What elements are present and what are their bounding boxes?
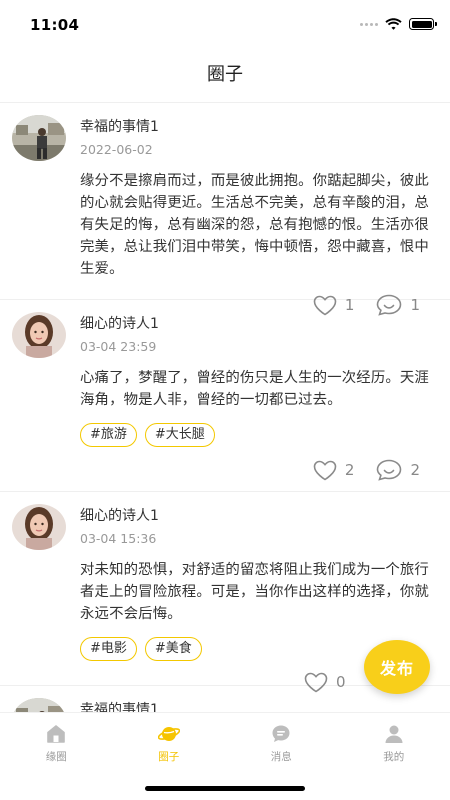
tag-list: #旅游 #大长腿 bbox=[80, 423, 436, 447]
status-time: 11:04 bbox=[30, 16, 80, 34]
avatar-man-outdoor-icon bbox=[12, 698, 66, 713]
post-feed[interactable]: 幸福的事情1 2022-06-02 缘分不是擦肩而过，而是彼此拥抱。你踮起脚尖，… bbox=[0, 103, 450, 713]
comment-icon bbox=[377, 459, 402, 481]
tab-label: 消息 bbox=[270, 751, 292, 763]
post-date: 2022-06-02 bbox=[80, 142, 153, 157]
tag-chip[interactable]: #电影 bbox=[80, 637, 137, 661]
publish-button[interactable]: 发布 bbox=[364, 640, 430, 694]
home-icon bbox=[47, 725, 66, 743]
post-card[interactable]: 幸福的事情1 2022-06-02 缘分不是擦肩而过，而是彼此拥抱。你踮起脚尖，… bbox=[0, 103, 450, 316]
tab-label: 圈子 bbox=[158, 751, 180, 763]
home-indicator bbox=[145, 786, 305, 791]
post-author[interactable]: 幸福的事情1 bbox=[80, 116, 159, 136]
heart-icon bbox=[313, 460, 337, 480]
avatar-man-outdoor-icon bbox=[12, 115, 66, 161]
post-date: 03-04 23:59 bbox=[80, 339, 157, 354]
planet-icon bbox=[157, 727, 180, 741]
tag-chip[interactable]: #旅游 bbox=[80, 423, 137, 447]
tab-bar: 缘圈 圈子 消息 我的 bbox=[0, 712, 450, 772]
post-content: 心痛了，梦醒了，曾经的伤只是人生的一次经历。天涯海角，物是人非，曾经的一切都已过… bbox=[80, 370, 429, 408]
comment-count: 2 bbox=[410, 461, 420, 479]
tab-label: 缘圈 bbox=[45, 751, 67, 763]
tag-chip[interactable]: #美食 bbox=[144, 637, 202, 661]
avatar[interactable] bbox=[12, 312, 66, 358]
tab-profile[interactable]: 我的 bbox=[338, 713, 450, 772]
post-content: 缘分不是擦肩而过，而是彼此拥抱。你踮起脚尖，彼此的心就会贴得更近。生活总不完美，… bbox=[80, 173, 429, 277]
comment-button[interactable]: 2 bbox=[376, 459, 420, 481]
avatar[interactable] bbox=[12, 698, 66, 713]
post-author[interactable]: 幸福的事情1 bbox=[80, 699, 159, 713]
battery-icon bbox=[409, 18, 437, 30]
status-icons bbox=[360, 18, 437, 30]
post-card[interactable]: 细心的诗人1 03-04 23:59 心痛了，梦醒了，曾经的伤只是人生的一次经历… bbox=[0, 300, 450, 492]
post-author[interactable]: 细心的诗人1 bbox=[80, 505, 159, 525]
like-count: 2 bbox=[344, 461, 355, 479]
tab-messages[interactable]: 消息 bbox=[225, 713, 338, 772]
post-date: 03-04 15:36 bbox=[80, 531, 157, 546]
cellular-signal-icon bbox=[360, 22, 378, 26]
avatar[interactable] bbox=[12, 115, 66, 161]
wifi-icon bbox=[385, 18, 402, 30]
status-bar: 11:04 bbox=[0, 0, 450, 50]
avatar-woman-icon bbox=[12, 504, 66, 550]
post-author[interactable]: 细心的诗人1 bbox=[80, 313, 159, 333]
tab-circle[interactable]: 圈子 bbox=[113, 713, 226, 772]
publish-button-label: 发布 bbox=[379, 659, 414, 678]
tab-label: 我的 bbox=[383, 751, 405, 763]
avatar[interactable] bbox=[12, 504, 66, 550]
message-icon bbox=[272, 725, 290, 742]
like-button[interactable]: 2 bbox=[313, 460, 355, 481]
profile-icon bbox=[385, 725, 403, 743]
tab-home[interactable]: 缘圈 bbox=[0, 713, 113, 772]
post-content: 对未知的恐惧，对舒适的留恋将阻止我们成为一个旅行者走上的冒险旅程。可是，当你作出… bbox=[80, 562, 429, 622]
tag-chip[interactable]: #大长腿 bbox=[144, 423, 215, 447]
avatar-woman-icon bbox=[12, 312, 66, 358]
page-title: 圈子 bbox=[207, 64, 243, 85]
